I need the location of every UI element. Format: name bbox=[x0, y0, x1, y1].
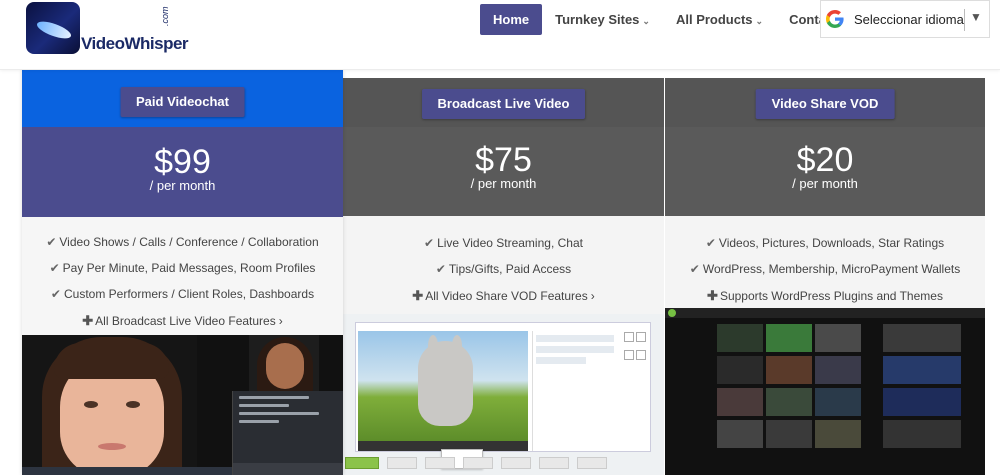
check-icon: ✔ bbox=[705, 236, 716, 250]
plan-header: Paid Videochat bbox=[22, 70, 343, 127]
plan-period: / per month bbox=[470, 176, 537, 191]
plus-icon: ✚ bbox=[412, 288, 424, 303]
nav-turnkey-sites[interactable]: Turnkey Sites ⌄ bbox=[542, 4, 663, 35]
plan-button-video-share-vod[interactable]: Video Share VOD bbox=[755, 89, 895, 119]
plus-icon: ✚ bbox=[82, 313, 94, 328]
feature-text: Video Shows / Calls / Conference / Colla… bbox=[59, 235, 319, 249]
features-link-text: All Broadcast Live Video Features bbox=[95, 314, 276, 328]
plan-period: / per month bbox=[792, 176, 858, 191]
product-screenshot-vod[interactable] bbox=[665, 308, 985, 475]
performer-video bbox=[22, 335, 197, 475]
side-tools bbox=[622, 329, 648, 439]
nav-home-label: Home bbox=[493, 11, 530, 27]
check-icon: ✔ bbox=[689, 262, 700, 276]
feature-item: ✔ Tips/Gifts, Paid Access bbox=[343, 262, 664, 288]
feature-text: Live Video Streaming, Chat bbox=[437, 236, 583, 250]
product-screenshot-broadcast[interactable] bbox=[343, 314, 664, 475]
check-icon: ✔ bbox=[46, 235, 57, 249]
feature-item: ✔ WordPress, Membership, MicroPayment Wal… bbox=[665, 262, 985, 288]
feature-text: Tips/Gifts, Paid Access bbox=[448, 262, 572, 276]
plan-header: Broadcast Live Video bbox=[343, 78, 664, 127]
feature-list: ✔ Live Video Streaming, Chat ✔ Tips/Gifts,… bbox=[343, 216, 664, 314]
feature-item: ✔ Pay Per Minute, Paid Messages, Room Pro… bbox=[22, 261, 343, 287]
plan-price: $75 bbox=[475, 141, 532, 179]
check-icon: ✔ bbox=[49, 261, 60, 275]
chevron-down-icon: ⌄ bbox=[642, 15, 650, 26]
chevron-right-icon: › bbox=[590, 289, 595, 303]
site-logo[interactable]: VideoWhisper .com bbox=[26, 2, 189, 54]
feature-text: WordPress, Membership, MicroPayment Wall… bbox=[702, 262, 961, 276]
plan-price: $99 bbox=[154, 143, 211, 181]
plan-card-broadcast-live-video: Broadcast Live Video $75 / per month ✔ Li… bbox=[343, 78, 664, 475]
caret-down-icon: ▼ bbox=[970, 10, 982, 24]
feature-list: ✔ Videos, Pictures, Downloads, Star Ratin… bbox=[665, 216, 985, 314]
features-link[interactable]: ✚ All Video Share VOD Features › bbox=[343, 288, 664, 314]
vod-topbar bbox=[665, 308, 985, 318]
plan-button-paid-videochat[interactable]: Paid Videochat bbox=[120, 87, 245, 117]
language-select-label: Seleccionar idioma bbox=[854, 11, 964, 27]
feature-list: ✔ Video Shows / Calls / Conference / Coll… bbox=[22, 217, 343, 335]
feature-text: Pay Per Minute, Paid Messages, Room Prof… bbox=[62, 261, 316, 275]
logo-text: VideoWhisper bbox=[81, 34, 189, 53]
viewer-list bbox=[532, 331, 617, 451]
plan-header: Video Share VOD bbox=[665, 78, 985, 127]
features-link-text: Supports WordPress Plugins and Themes bbox=[719, 289, 943, 303]
plan-price: $20 bbox=[796, 141, 854, 179]
main-nav: Home Turnkey Sites ⌄ All Products ⌄ Contac… bbox=[480, 3, 850, 35]
nav-all-products[interactable]: All Products ⌄ bbox=[663, 4, 776, 35]
check-icon: ✔ bbox=[435, 262, 446, 276]
site-header: VideoWhisper .com Home Turnkey Sites ⌄ Al… bbox=[0, 0, 1000, 70]
google-icon bbox=[826, 10, 844, 28]
price-box: $99 / per month bbox=[22, 127, 343, 217]
check-icon: ✔ bbox=[50, 287, 61, 301]
feature-item: ✔ Live Video Streaming, Chat bbox=[343, 236, 664, 262]
language-select[interactable]: Seleccionar idioma ▼ bbox=[820, 0, 990, 38]
video-controls bbox=[22, 467, 232, 475]
gift-bar bbox=[345, 456, 645, 470]
feature-text: Custom Performers / Client Roles, Dashbo… bbox=[63, 287, 315, 301]
plus-icon: ✚ bbox=[707, 288, 718, 303]
product-screenshot-videochat[interactable] bbox=[22, 335, 343, 475]
client-video bbox=[249, 335, 319, 395]
price-box: $20 / per month bbox=[665, 127, 985, 216]
feature-item: ✔ Video Shows / Calls / Conference / Coll… bbox=[22, 235, 343, 261]
chat-panel bbox=[232, 391, 343, 475]
feature-item: ✔ Videos, Pictures, Downloads, Star Ratin… bbox=[665, 236, 985, 262]
check-icon: ✔ bbox=[424, 236, 435, 250]
nav-turnkey-sites-label: Turnkey Sites bbox=[555, 11, 640, 27]
logo-suffix: .com bbox=[160, 6, 170, 26]
logo-mark-icon bbox=[26, 2, 80, 54]
broadcast-video bbox=[358, 331, 528, 441]
chevron-right-icon: › bbox=[278, 314, 283, 328]
features-link-text: All Video Share VOD Features bbox=[425, 289, 588, 303]
plan-button-broadcast-live-video[interactable]: Broadcast Live Video bbox=[421, 89, 586, 119]
price-box: $75 / per month bbox=[343, 127, 664, 216]
plan-card-paid-videochat: Paid Videochat $99 / per month ✔ Video Sh… bbox=[22, 70, 343, 475]
video-thumbnail-grid bbox=[717, 324, 867, 449]
feature-item: ✔ Custom Performers / Client Roles, Dashb… bbox=[22, 287, 343, 313]
plan-card-video-share-vod: Video Share VOD $20 / per month ✔ Videos,… bbox=[665, 78, 985, 475]
chevron-down-icon: ⌄ bbox=[755, 15, 764, 26]
nav-all-products-label: All Products bbox=[675, 11, 753, 27]
featured-videos bbox=[883, 324, 963, 459]
divider bbox=[964, 9, 965, 31]
plan-period: / per month bbox=[149, 178, 216, 193]
vod-logo-icon bbox=[668, 309, 676, 317]
feature-text: Videos, Pictures, Downloads, Star Rating… bbox=[718, 236, 945, 250]
nav-home[interactable]: Home bbox=[480, 3, 543, 35]
broadcast-app-frame bbox=[355, 322, 651, 469]
